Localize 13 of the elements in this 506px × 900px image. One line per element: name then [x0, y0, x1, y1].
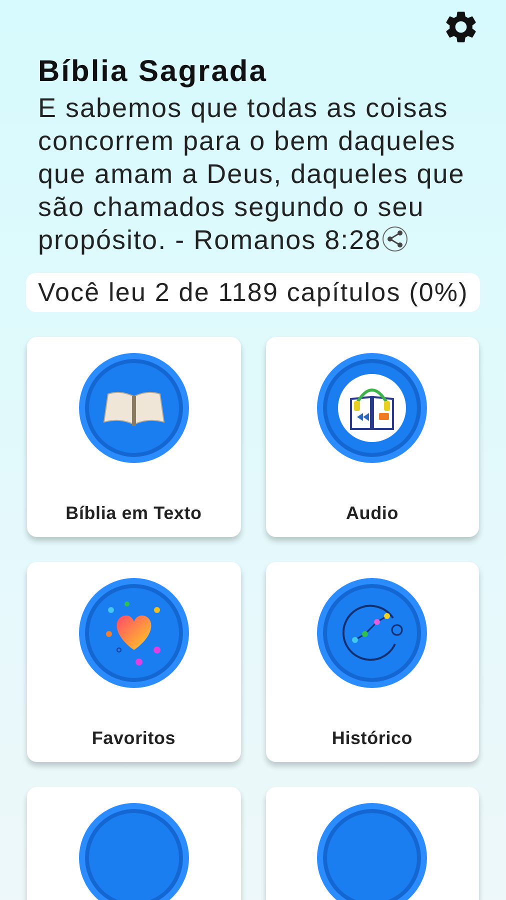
menu-label: Histórico	[332, 727, 413, 750]
menu-label: Favoritos	[92, 727, 176, 750]
headphones-book-icon	[337, 373, 408, 443]
menu-label: Bíblia em Texto	[66, 502, 202, 525]
menu-card[interactable]: Histórico	[266, 562, 479, 762]
share-icon[interactable]	[382, 226, 408, 252]
menu-card[interactable]: Favoritos	[27, 562, 240, 762]
menu-card[interactable]: Audio	[266, 337, 479, 537]
menu-label: Audio	[346, 502, 398, 525]
progress-text: Você leu 2 de 1189 capítulos (0%)	[38, 276, 468, 309]
app-title: Bíblia Sagrada	[38, 54, 268, 90]
verse-text: E sabemos que todas as coisas concorrem para o bem daqueles que amam a Deus, daqueles que são chamados segundo o seu propósito. - Romanos 8:28	[38, 92, 466, 257]
menu-card[interactable]: Bíblia em Texto	[27, 337, 240, 537]
